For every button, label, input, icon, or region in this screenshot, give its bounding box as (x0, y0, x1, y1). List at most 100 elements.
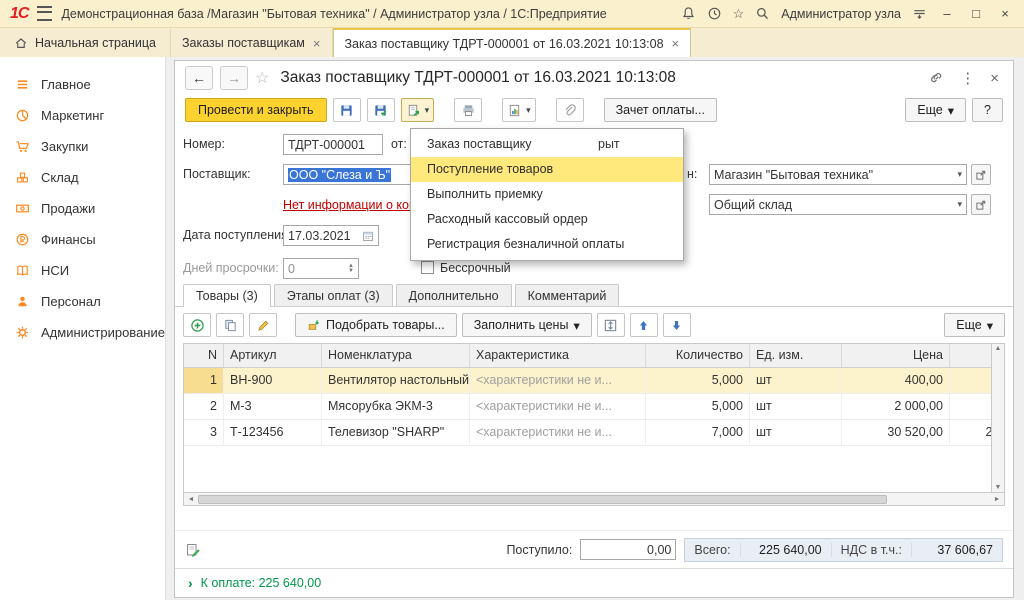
post-button[interactable] (367, 98, 395, 122)
cell-quantity[interactable]: 5,000 (646, 368, 750, 393)
cell-unit[interactable]: шт (750, 420, 842, 445)
sidebar-item-warehouse[interactable]: Склад (0, 162, 165, 193)
forward-button[interactable]: → (220, 66, 248, 90)
tab-close-icon[interactable]: × (313, 36, 321, 51)
tab-close-icon[interactable]: × (672, 36, 680, 51)
termless-checkbox[interactable] (421, 261, 434, 274)
header-price[interactable]: Цена (842, 344, 950, 367)
spinner-icon[interactable]: ▲▼ (345, 264, 354, 274)
table-more-button[interactable]: Еще ▾ (944, 313, 1005, 337)
cell-total[interactable]: 10 000,00 (950, 394, 992, 419)
scroll-right-icon[interactable]: ► (990, 496, 1004, 503)
search-icon[interactable] (755, 6, 770, 21)
home-tab[interactable]: Начальная страница (0, 29, 171, 57)
cell-unit[interactable]: шт (750, 394, 842, 419)
menu-item-cashless-payment[interactable]: Регистрация безналичной оплаты (411, 232, 683, 257)
cell-nomenclature[interactable]: Вентилятор настольный (322, 368, 470, 393)
save-button[interactable] (333, 98, 361, 122)
header-total[interactable]: Всего (950, 344, 992, 367)
reports-dropdown-button[interactable]: ▾ (502, 98, 536, 122)
menu-item-goods-receipt[interactable]: Поступление товаров (411, 157, 683, 182)
sidebar-item-marketing[interactable]: Маркетинг (0, 100, 165, 131)
close-window-button[interactable]: × (996, 6, 1014, 21)
sidebar-item-nsi[interactable]: НСИ (0, 255, 165, 286)
sidebar-item-personnel[interactable]: Персонал (0, 286, 165, 317)
cell-article[interactable]: ВН-900 (224, 368, 322, 393)
cell-quantity[interactable]: 5,000 (646, 394, 750, 419)
number-field[interactable]: ТДРТ-000001 (283, 134, 383, 155)
open-store-button[interactable] (971, 164, 991, 185)
service-menu-icon[interactable] (912, 6, 927, 21)
table-row[interactable]: 2 М-3 Мясорубка ЭКМ-3 <характеристики не… (184, 394, 992, 420)
menu-item-perform-acceptance[interactable]: Выполнить приемку (411, 182, 683, 207)
tab-additional[interactable]: Дополнительно (396, 284, 512, 306)
scrollbar-thumb[interactable] (198, 495, 887, 504)
scroll-left-icon[interactable]: ◄ (184, 496, 198, 503)
table-row[interactable]: 3 Т-123456 Телевизор "SHARP" <характерис… (184, 420, 992, 446)
help-button[interactable]: ? (972, 98, 1003, 122)
fill-prices-button[interactable]: Заполнить цены ▾ (462, 313, 592, 337)
tab-comment[interactable]: Комментарий (515, 284, 620, 306)
maximize-button[interactable]: □ (967, 6, 985, 21)
header-article[interactable]: Артикул (224, 344, 322, 367)
create-based-on-button[interactable]: ▾ (401, 98, 435, 122)
minimize-button[interactable]: – (938, 6, 956, 21)
cell-characteristic[interactable]: <характеристики не и... (470, 420, 646, 445)
pick-goods-button[interactable]: Подобрать товары... (295, 313, 457, 337)
attachments-button[interactable] (556, 98, 584, 122)
move-up-button[interactable] (630, 313, 658, 337)
tab-supplier-orders[interactable]: Заказы поставщикам × (171, 29, 333, 57)
cell-n[interactable]: 3 (184, 420, 224, 445)
sidebar-item-finance[interactable]: Финансы (0, 224, 165, 255)
notifications-icon[interactable] (681, 6, 696, 21)
vertical-scrollbar[interactable]: ▲ ▼ (992, 343, 1005, 493)
sidebar-item-sales[interactable]: Продажи (0, 193, 165, 224)
no-contact-info-link[interactable]: Нет информации о кон (283, 198, 416, 212)
sidebar-item-purchases[interactable]: Закупки (0, 131, 165, 162)
warehouse-field[interactable]: Общий склад ▾ (709, 194, 967, 215)
cell-characteristic[interactable]: <характеристики не и... (470, 368, 646, 393)
scroll-up-icon[interactable]: ▲ (995, 345, 1002, 352)
header-nomenclature[interactable]: Номенклатура (322, 344, 470, 367)
received-field[interactable]: 0,00 (580, 539, 676, 560)
tab-supplier-order-document[interactable]: Заказ поставщику ТДРТ-000001 от 16.03.20… (333, 28, 692, 58)
move-down-button[interactable] (663, 313, 691, 337)
tab-goods[interactable]: Товары (3) (183, 284, 271, 307)
edit-row-button[interactable] (249, 313, 277, 337)
cell-price[interactable]: 2 000,00 (842, 394, 950, 419)
cell-n[interactable]: 1 (184, 368, 224, 393)
post-and-close-button[interactable]: Провести и закрыть (185, 98, 327, 122)
overdue-days-field[interactable]: 0 ▲▼ (283, 258, 359, 279)
add-row-button[interactable] (183, 313, 211, 337)
cell-nomenclature[interactable]: Телевизор "SHARP" (322, 420, 470, 445)
header-n[interactable]: N (184, 344, 224, 367)
more-menu-icon[interactable]: ⋮ (956, 69, 979, 87)
menu-item-cash-order[interactable]: Расходный кассовый ордер (411, 207, 683, 232)
open-warehouse-button[interactable] (971, 194, 991, 215)
history-icon[interactable] (707, 6, 722, 21)
comment-icon[interactable] (185, 542, 201, 558)
caret-down-icon[interactable]: ▾ (953, 199, 962, 210)
header-quantity[interactable]: Количество (646, 344, 750, 367)
table-row[interactable]: 1 ВН-900 Вентилятор настольный <характер… (184, 368, 992, 394)
link-icon[interactable] (925, 70, 949, 86)
scroll-down-icon[interactable]: ▼ (995, 484, 1002, 491)
caret-down-icon[interactable]: ▾ (953, 169, 962, 180)
cell-nomenclature[interactable]: Мясорубка ЭКМ-3 (322, 394, 470, 419)
copy-row-button[interactable] (216, 313, 244, 337)
cell-total[interactable]: 2 000,00 (950, 368, 992, 393)
receipt-date-field[interactable]: 17.03.2021 (283, 225, 379, 246)
sidebar-item-administration[interactable]: Администрирование (0, 317, 165, 348)
back-button[interactable]: ← (185, 66, 213, 90)
cell-price[interactable]: 400,00 (842, 368, 950, 393)
favorite-star-icon[interactable]: ☆ (255, 68, 269, 88)
favorites-icon[interactable]: ☆ (733, 6, 745, 22)
sidebar-item-main[interactable]: Главное (0, 69, 165, 100)
cell-characteristic[interactable]: <характеристики не и... (470, 394, 646, 419)
calendar-icon[interactable] (360, 230, 374, 242)
cell-price[interactable]: 30 520,00 (842, 420, 950, 445)
expand-table-button[interactable] (597, 313, 625, 337)
store-field[interactable]: Магазин "Бытовая техника" ▾ (709, 164, 967, 185)
more-button[interactable]: Еще ▾ (905, 98, 966, 122)
print-button[interactable] (454, 98, 482, 122)
